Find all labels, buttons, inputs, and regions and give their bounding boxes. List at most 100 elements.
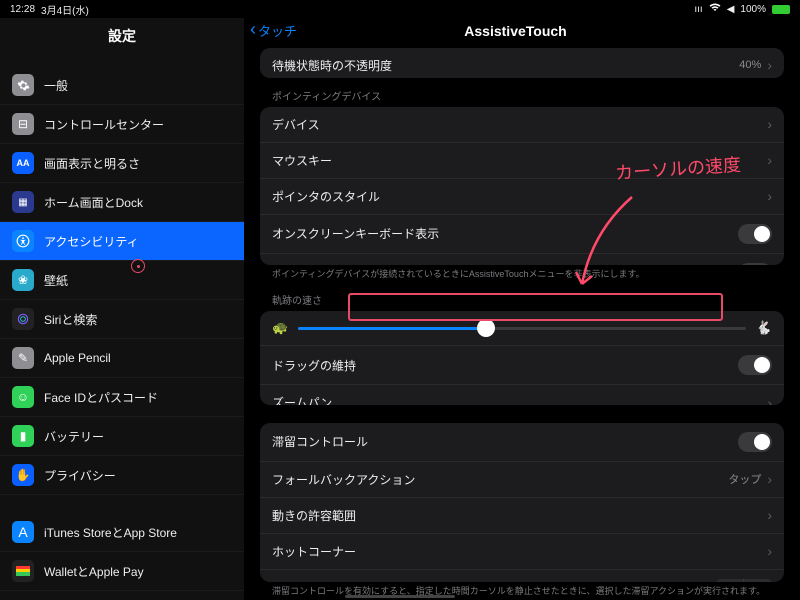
- sidebar-item-wallet[interactable]: WalletとApple Pay: [0, 552, 244, 591]
- row-fallback-action[interactable]: フォールバックアクション タップ: [260, 462, 784, 498]
- home-indicator[interactable]: [345, 595, 455, 598]
- tracking-speed-slider[interactable]: [298, 327, 746, 330]
- battery-percent: 100%: [740, 4, 766, 15]
- panel-dwell: 滞留コントロール フォールバックアクション タップ 動きの許容範囲 ホットコーナ…: [260, 423, 784, 583]
- sidebar-item-label: プライバシー: [44, 467, 116, 484]
- sidebar-title: 設定: [0, 18, 244, 56]
- chevron-right-icon: [767, 507, 772, 523]
- row-label: デバイス: [272, 116, 767, 133]
- row-label: フォールバックアクション: [272, 471, 728, 488]
- sidebar-item-apple-pencil[interactable]: ✎ Apple Pencil: [0, 339, 244, 378]
- row-mousekeys[interactable]: マウスキー: [260, 143, 784, 179]
- toggle-off[interactable]: [738, 224, 772, 244]
- chevron-right-icon: [767, 116, 772, 132]
- sidebar-item-general[interactable]: 一般: [0, 66, 244, 105]
- row-label: ドラッグの維持: [272, 357, 738, 374]
- sidebar-item-label: 画面表示と明るさ: [44, 155, 140, 172]
- sidebar-item-label: コントロールセンター: [44, 116, 164, 133]
- sidebar-item-privacy[interactable]: ✋ プライバシー: [0, 456, 244, 495]
- row-dwell-time: 2.00 秒 − +: [260, 570, 784, 583]
- sidebar-item-home-dock[interactable]: ▦ ホーム画面とDock: [0, 183, 244, 222]
- sidebar-item-label: バッテリー: [44, 428, 104, 445]
- appstore-icon: A: [12, 521, 34, 543]
- slider-thumb[interactable]: [477, 319, 495, 337]
- row-value: タップ: [728, 471, 761, 487]
- sidebar-item-control-center[interactable]: ⊟ コントロールセンター: [0, 105, 244, 144]
- panel-idle: 待機状態時の不透明度 40%: [260, 48, 784, 78]
- chevron-right-icon: [767, 188, 772, 204]
- sidebar-item-label: iTunes StoreとApp Store: [44, 524, 177, 541]
- nav-header: タッチ AssistiveTouch: [244, 18, 800, 44]
- location-icon: ◀: [727, 4, 735, 15]
- row-dwell-control[interactable]: 滞留コントロール: [260, 423, 784, 462]
- switches-icon: ⊟: [12, 113, 34, 135]
- sidebar-item-label: 一般: [44, 77, 68, 94]
- chevron-right-icon: [767, 57, 772, 73]
- siri-icon: [12, 308, 34, 330]
- sidebar-item-battery[interactable]: ▮ バッテリー: [0, 417, 244, 456]
- wallet-icon: [12, 560, 34, 582]
- status-bar: 12:28 3月4日(水) ııı ◀ 100%: [0, 0, 800, 18]
- row-pointer-style[interactable]: ポインタのスタイル: [260, 179, 784, 215]
- accessibility-icon: [12, 230, 34, 252]
- sidebar-item-wallpaper[interactable]: ❀ 壁紙: [0, 261, 244, 300]
- footer-dwell: 滞留コントロールを有効にすると、指定した時間カーソルを静止させたときに、選択した…: [244, 582, 800, 600]
- toggle-off[interactable]: [738, 432, 772, 452]
- row-label: マウスキー: [272, 152, 767, 169]
- hand-icon: ✋: [12, 464, 34, 486]
- wifi-icon: [709, 3, 721, 15]
- sidebar-item-accessibility[interactable]: アクセシビリティ: [0, 222, 244, 261]
- chevron-right-icon: [767, 395, 772, 405]
- sidebar-item-label: 壁紙: [44, 272, 68, 289]
- status-date: 3月4日(水): [41, 2, 89, 17]
- sidebar-item-itunes[interactable]: A iTunes StoreとApp Store: [0, 513, 244, 552]
- row-onscreen-keyboard[interactable]: オンスクリーンキーボード表示: [260, 215, 784, 254]
- row-label: ホットコーナー: [272, 543, 767, 560]
- row-label: ポインタのスタイル: [272, 188, 767, 205]
- signal-icon: ııı: [694, 4, 702, 15]
- tortoise-icon: 🐢: [272, 320, 288, 336]
- row-always-show-menu[interactable]: メニューを常に表示: [260, 254, 784, 265]
- faceid-icon: ☺: [12, 386, 34, 408]
- battery-icon: [772, 5, 790, 14]
- sidebar-item-label: WalletとApple Pay: [44, 563, 144, 580]
- row-label: 動きの許容範囲: [272, 507, 767, 524]
- row-label: 滞留コントロール: [272, 433, 738, 450]
- toggle-off[interactable]: [738, 355, 772, 375]
- row-tracking-slider: 🐢 🐇: [260, 311, 784, 346]
- row-idle-opacity[interactable]: 待機状態時の不透明度 40%: [260, 48, 784, 78]
- toggle-off[interactable]: [738, 263, 772, 265]
- rabbit-icon: 🐇: [756, 320, 772, 336]
- row-drag-lock[interactable]: ドラッグの維持: [260, 346, 784, 385]
- row-label: ズームパン: [272, 394, 767, 404]
- row-label: 待機状態時の不透明度: [272, 57, 739, 74]
- sidebar-item-siri[interactable]: Siriと検索: [0, 300, 244, 339]
- panel-pointing: デバイス マウスキー ポインタのスタイル オンスクリーンキーボード表示 メニュー…: [260, 107, 784, 265]
- sidebar-item-label: Siriと検索: [44, 311, 97, 328]
- sidebar-item-label: アクセシビリティ: [44, 233, 139, 250]
- row-devices[interactable]: デバイス: [260, 107, 784, 143]
- section-pointing-devices: ポインティングデバイス: [244, 78, 800, 107]
- sidebar-item-label: Face IDとパスコード: [44, 389, 158, 406]
- settings-sidebar: 設定 一般 ⊟ コントロールセンター AA 画面表示と明るさ ▦: [0, 18, 244, 600]
- grid-icon: ▦: [12, 191, 34, 213]
- content-pane: タッチ AssistiveTouch 待機状態時の不透明度 40% ポインティン…: [244, 18, 800, 600]
- row-label: オンスクリーンキーボード表示: [272, 225, 738, 242]
- nav-title: AssistiveTouch: [244, 23, 794, 39]
- chevron-right-icon: [767, 543, 772, 559]
- panel-tracking: 🐢 🐇 ドラッグの維持 ズームパン: [260, 311, 784, 404]
- row-hot-corners[interactable]: ホットコーナー: [260, 534, 784, 570]
- sidebar-item-display[interactable]: AA 画面表示と明るさ: [0, 144, 244, 183]
- chevron-right-icon: [767, 471, 772, 487]
- flower-icon: ❀: [12, 269, 34, 291]
- sidebar-item-label: ホーム画面とDock: [44, 194, 143, 211]
- section-tracking-speed: 軌跡の速さ: [244, 282, 800, 311]
- battery-icon: ▮: [12, 425, 34, 447]
- row-zoom-pan[interactable]: ズームパン: [260, 385, 784, 404]
- sidebar-item-label: Apple Pencil: [44, 351, 111, 365]
- aa-icon: AA: [12, 152, 34, 174]
- sidebar-item-faceid[interactable]: ☺ Face IDとパスコード: [0, 378, 244, 417]
- row-movement-tolerance[interactable]: 動きの許容範囲: [260, 498, 784, 534]
- footer-pointing: ポインティングデバイスが接続されているときにAssistiveTouchメニュー…: [244, 265, 800, 283]
- gear-icon: [12, 74, 34, 96]
